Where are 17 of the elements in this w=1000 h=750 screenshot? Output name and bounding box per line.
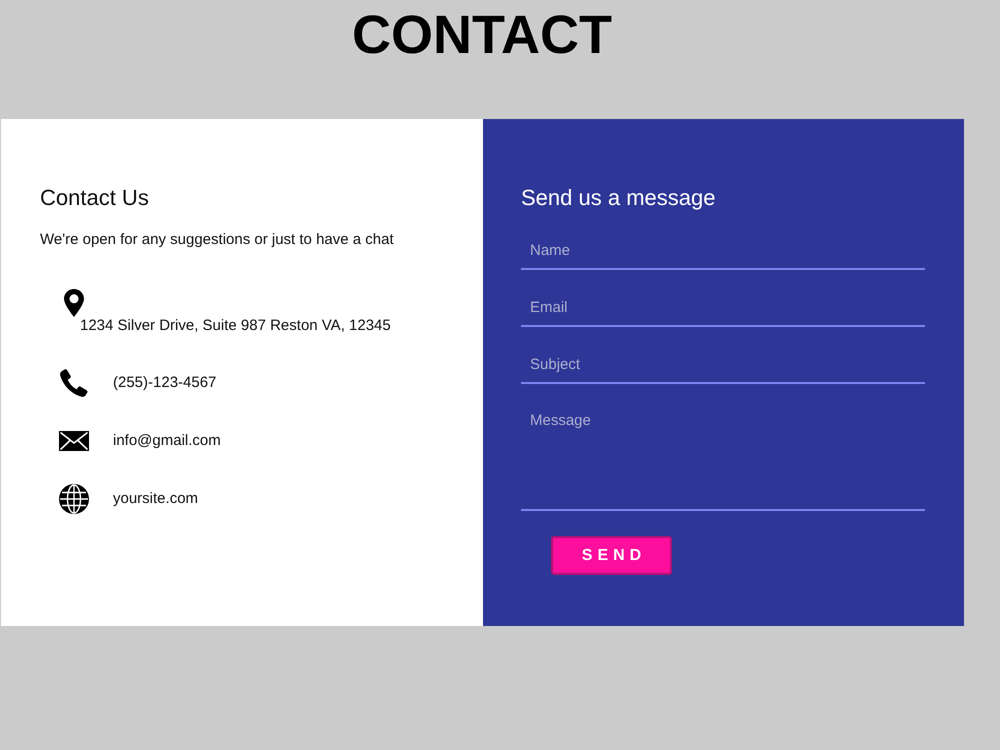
email-address: info@gmail.com xyxy=(113,432,221,450)
form-heading: Send us a message xyxy=(521,185,716,211)
map-pin-icon xyxy=(64,289,84,317)
website-address: yoursite.com xyxy=(113,490,198,508)
contact-subtitle: We're open for any suggestions or just to have a chat xyxy=(40,231,395,249)
send-button[interactable]: SEND xyxy=(551,536,672,575)
input-field[interactable]: Subject xyxy=(521,346,925,384)
address-text: 1234 Silver Drive, Suite 987 Reston VA, 12345 xyxy=(80,317,391,335)
globe-icon xyxy=(59,484,89,514)
phone-icon xyxy=(59,368,89,398)
page-title: CONTACT xyxy=(351,4,613,66)
input-field[interactable]: Name xyxy=(521,232,925,270)
input-field[interactable]: Email xyxy=(521,289,925,327)
contact-heading: Contact Us xyxy=(40,185,150,211)
phone-number: (255)-123-4567 xyxy=(113,374,216,392)
message-field[interactable]: Message xyxy=(521,403,925,511)
envelope-icon xyxy=(59,431,89,451)
